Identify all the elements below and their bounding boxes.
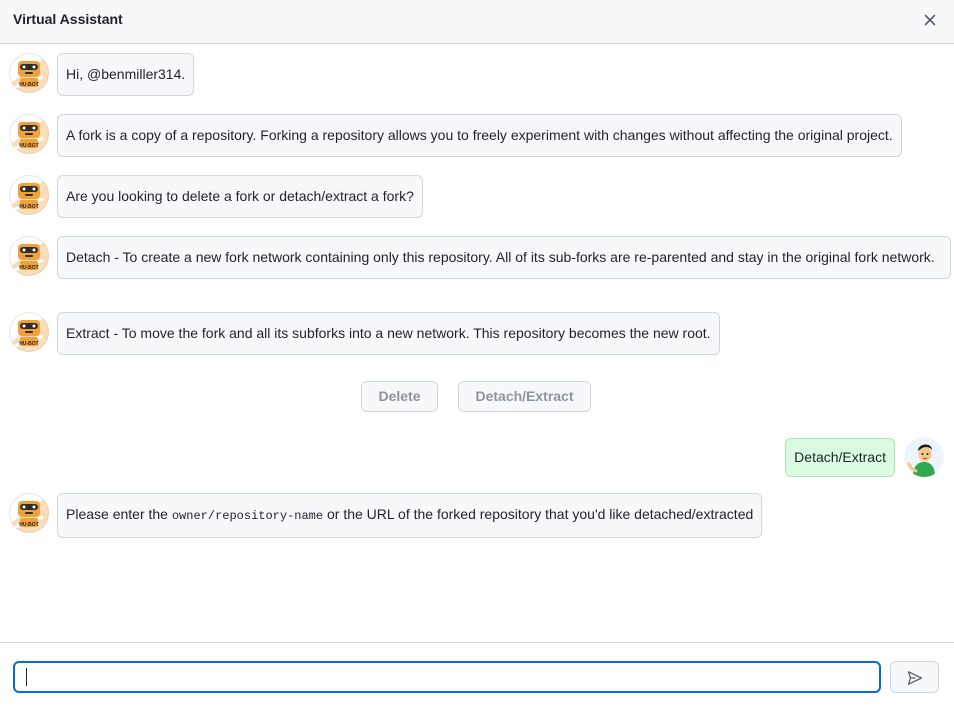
prompt-code: owner/repository-name xyxy=(171,509,324,523)
delete-button[interactable]: Delete xyxy=(361,381,438,412)
send-icon xyxy=(907,671,923,685)
close-icon xyxy=(924,14,936,26)
header: Virtual Assistant xyxy=(0,0,954,44)
bot-message: Detach - To create a new fork network co… xyxy=(57,236,951,279)
detach-extract-button[interactable]: Detach/Extract xyxy=(458,381,591,412)
message-input[interactable] xyxy=(13,661,881,693)
bot-message: Extract - To move the fork and all its s… xyxy=(57,312,720,355)
svg-text:HU-BOT: HU-BOT xyxy=(19,522,38,528)
window-title: Virtual Assistant xyxy=(13,11,123,27)
prompt-text-after: or the URL of the forked repository that… xyxy=(323,506,754,522)
composer xyxy=(0,642,954,706)
hubot-avatar-icon: HU-BOT xyxy=(9,114,49,154)
hubot-avatar-icon: HU-BOT xyxy=(9,493,49,533)
svg-text:HU-BOT: HU-BOT xyxy=(19,341,38,347)
message-list[interactable]: HU-BOT Hi, @benmiller314. HU-BOT A fork … xyxy=(0,44,954,642)
hubot-avatar-icon: HU-BOT xyxy=(9,53,49,93)
bot-message: Are you looking to delete a fork or deta… xyxy=(57,175,423,218)
svg-text:HU-BOT: HU-BOT xyxy=(19,204,38,210)
hubot-avatar-icon: HU-BOT xyxy=(9,312,49,352)
user-avatar-icon xyxy=(904,437,944,477)
prompt-text-before: Please enter the xyxy=(66,506,172,522)
close-button[interactable] xyxy=(920,10,940,30)
svg-text:HU-BOT: HU-BOT xyxy=(19,143,38,149)
send-button[interactable] xyxy=(890,661,939,693)
hubot-avatar-icon: HU-BOT xyxy=(9,236,49,276)
user-message: Detach/Extract xyxy=(785,438,895,477)
hubot-avatar-icon: HU-BOT xyxy=(9,175,49,215)
text-caret xyxy=(26,668,27,686)
svg-text:HU-BOT: HU-BOT xyxy=(19,82,38,88)
bot-message: Hi, @benmiller314. xyxy=(57,53,195,96)
virtual-assistant-window: Virtual Assistant HU-BOT Hi, @benmiller3… xyxy=(0,0,954,706)
svg-text:HU-BOT: HU-BOT xyxy=(19,265,38,271)
bot-prompt-message: Please enter the owner/repository-name o… xyxy=(57,493,763,538)
bot-message: A fork is a copy of a repository. Forkin… xyxy=(57,114,902,157)
